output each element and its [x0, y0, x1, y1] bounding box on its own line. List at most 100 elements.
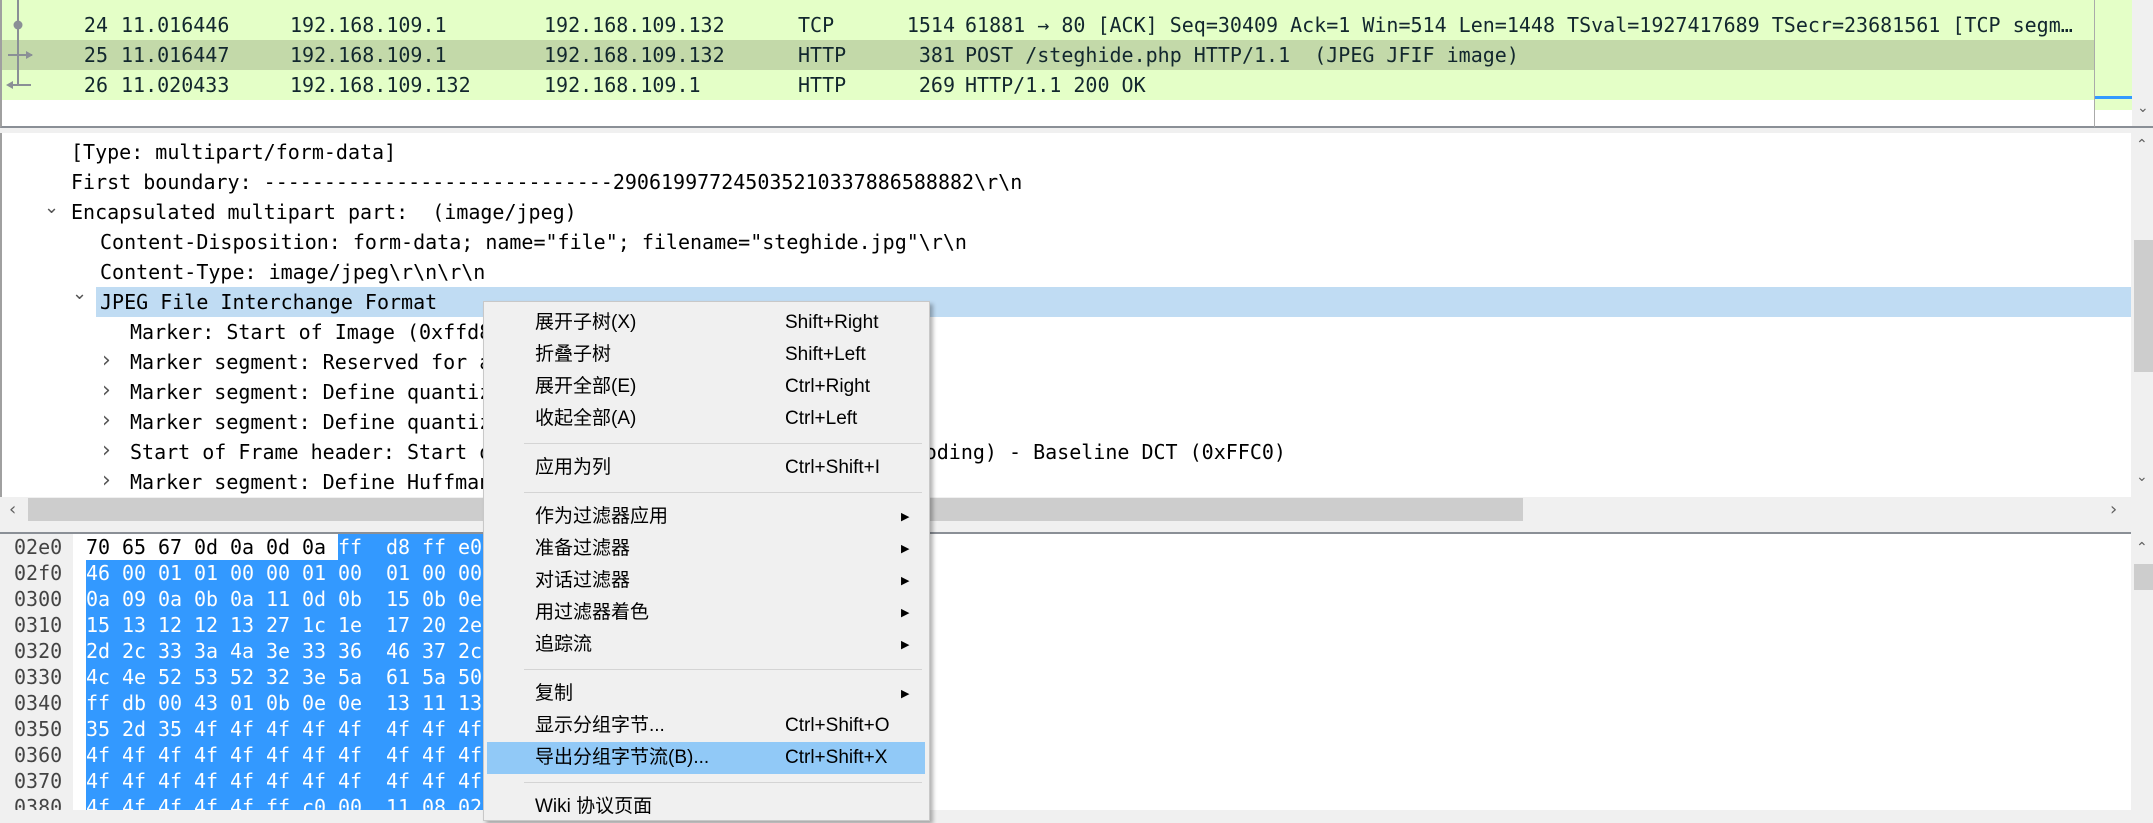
hex-byte[interactable]: 1c	[302, 612, 338, 638]
details-horizontal-scrollbar[interactable]: ‹ ›	[0, 497, 2131, 522]
hex-byte[interactable]: 0d	[194, 534, 230, 560]
hex-byte[interactable]: 4f	[266, 768, 302, 794]
menu-item[interactable]: 导出分组字节流(B)... Ctrl+Shift+X	[487, 742, 925, 774]
scroll-right-icon[interactable]: ›	[2110, 499, 2117, 520]
hex-byte[interactable]: 0a	[302, 534, 338, 560]
hex-byte[interactable]: 15	[386, 586, 422, 612]
tree-item[interactable]: › Marker segment: Define quantization tab…	[2, 377, 2131, 407]
tree-item[interactable]: First boundary: ------------------------…	[2, 167, 2131, 197]
hex-byte[interactable]: 4f	[194, 794, 230, 810]
hex-byte[interactable]: 27	[266, 612, 302, 638]
hex-byte[interactable]: 70	[86, 534, 122, 560]
chevron-right-icon[interactable]: ›	[102, 376, 111, 406]
hex-byte[interactable]: 4f	[194, 716, 230, 742]
hex-byte[interactable]: ff	[86, 690, 122, 716]
hex-byte[interactable]: 11	[422, 690, 458, 716]
menu-item[interactable]: 应用为列 Ctrl+Shift+I	[487, 452, 925, 484]
hex-byte[interactable]: 3e	[302, 664, 338, 690]
hex-byte[interactable]: 0e	[338, 690, 387, 716]
menu-item[interactable]: 追踪流 ▶	[487, 629, 925, 661]
hex-byte[interactable]: 01	[158, 560, 194, 586]
hex-byte[interactable]: 0a	[86, 586, 122, 612]
hex-byte[interactable]: 4f	[386, 716, 422, 742]
tree-item[interactable]: ›Marker segment: Reserved for applicatio…	[2, 347, 2131, 377]
tree-item[interactable]: [Type: multipart/form-data]	[2, 137, 2131, 167]
hex-byte[interactable]: 4f	[122, 742, 158, 768]
packet-row-partial[interactable]	[2, 0, 2094, 10]
hex-byte[interactable]: 12	[194, 612, 230, 638]
tree-item[interactable]: › Marker segment: Define Huffman table(s)…	[2, 467, 2131, 497]
hex-byte[interactable]: 00	[230, 560, 266, 586]
hex-byte[interactable]: 0b	[422, 586, 458, 612]
hex-byte[interactable]: 13	[386, 690, 422, 716]
hex-byte[interactable]: 09	[122, 586, 158, 612]
hex-byte[interactable]: ff	[338, 534, 387, 560]
hex-byte[interactable]: 13	[230, 612, 266, 638]
hex-byte[interactable]: 4f	[422, 716, 458, 742]
hex-byte[interactable]: db	[122, 690, 158, 716]
menu-item[interactable]: 用过滤器着色 ▶	[487, 597, 925, 629]
packet-row[interactable]: 26 11.020433 192.168.109.132 192.168.109.1 H…	[2, 70, 2094, 100]
tree-item[interactable]: Content-Disposition: form-data; name="fi…	[2, 227, 2131, 257]
hex-byte[interactable]: 4f	[338, 768, 387, 794]
hex-byte[interactable]: 5a	[338, 664, 387, 690]
packet-row[interactable]: 25 11.016447 192.168.109.1 192.168.109.132 H…	[2, 40, 2094, 70]
chevron-down-icon[interactable]: ⌄	[44, 193, 59, 223]
hex-byte[interactable]: 01	[230, 690, 266, 716]
hex-byte[interactable]: 1e	[338, 612, 387, 638]
details-vertical-scrollbar[interactable]: ⌃ ⌄	[2131, 133, 2153, 497]
hex-byte[interactable]: 0a	[230, 534, 266, 560]
hex-byte[interactable]: d8	[386, 534, 422, 560]
chevron-down-icon[interactable]: ⌄	[72, 283, 87, 304]
hex-byte[interactable]: 65	[122, 534, 158, 560]
hex-byte[interactable]: 0b	[338, 586, 387, 612]
hex-byte[interactable]: 4f	[86, 768, 122, 794]
hex-byte[interactable]: 52	[158, 664, 194, 690]
hex-byte[interactable]: 35	[158, 716, 194, 742]
hex-byte[interactable]: 4f	[158, 768, 194, 794]
context-menu[interactable]: 展开子树(X) Shift+Right 折叠子树 Shift+Left 展开全部(E) C…	[483, 301, 930, 821]
tree-item[interactable]: JPEG File Interchange Format	[96, 287, 2131, 317]
hex-byte[interactable]: 08	[422, 794, 458, 810]
chevron-right-icon[interactable]: ›	[102, 436, 111, 466]
hex-byte[interactable]: ff	[422, 534, 458, 560]
hex-byte[interactable]: 00	[338, 560, 387, 586]
hex-byte[interactable]: 37	[422, 638, 458, 664]
hex-byte[interactable]: 13	[122, 612, 158, 638]
hex-byte[interactable]: 00	[338, 794, 387, 810]
hex-byte[interactable]: 17	[386, 612, 422, 638]
hex-byte[interactable]: 4f	[386, 742, 422, 768]
hex-byte[interactable]: 4f	[266, 742, 302, 768]
menu-item[interactable]: 准备过滤器 ▶	[487, 533, 925, 565]
scroll-down-icon[interactable]: ⌄	[2137, 100, 2149, 116]
hex-byte[interactable]: 12	[158, 612, 194, 638]
hex-byte[interactable]: 46	[386, 638, 422, 664]
hex-byte[interactable]: 4f	[230, 742, 266, 768]
menu-item[interactable]: 对话过滤器 ▶	[487, 565, 925, 597]
hex-byte[interactable]: 00	[422, 560, 458, 586]
packet-bytes-pane[interactable]: 02e0 70 65 67 0d 0a 0d 0a ff d8 ff e0 02f0 46 00 01 01 00…	[0, 532, 2131, 810]
scroll-up-icon[interactable]: ⌃	[2136, 540, 2148, 556]
hex-byte[interactable]: 0e	[302, 690, 338, 716]
hex-byte[interactable]: 4f	[422, 742, 458, 768]
hex-byte[interactable]: 3a	[194, 638, 230, 664]
packet-row[interactable]: 24 11.016446 192.168.109.1 192.168.109.132 T…	[2, 10, 2094, 40]
hex-byte[interactable]: 11	[266, 586, 302, 612]
tree-item[interactable]: ›Start of Frame header: Start of Frame (…	[2, 437, 2131, 467]
hex-byte[interactable]: 0d	[266, 534, 302, 560]
hex-byte[interactable]: 4e	[122, 664, 158, 690]
hex-byte[interactable]: 53	[194, 664, 230, 690]
packet-list-scrollbar[interactable]: ⌄	[2132, 0, 2153, 128]
hex-byte[interactable]: 35	[86, 716, 122, 742]
hex-byte[interactable]: c0	[302, 794, 338, 810]
hex-byte[interactable]: 0d	[302, 586, 338, 612]
hex-byte[interactable]: 01	[194, 560, 230, 586]
hex-byte[interactable]: 4f	[194, 742, 230, 768]
hex-byte[interactable]: 4f	[86, 794, 122, 810]
hex-byte[interactable]: 5a	[422, 664, 458, 690]
hex-byte[interactable]: 4a	[230, 638, 266, 664]
menu-item[interactable]: 折叠子树 Shift+Left	[487, 339, 925, 371]
hex-byte[interactable]: 46	[86, 560, 122, 586]
packet-minimap[interactable]	[2094, 0, 2132, 128]
hex-byte[interactable]: ff	[266, 794, 302, 810]
